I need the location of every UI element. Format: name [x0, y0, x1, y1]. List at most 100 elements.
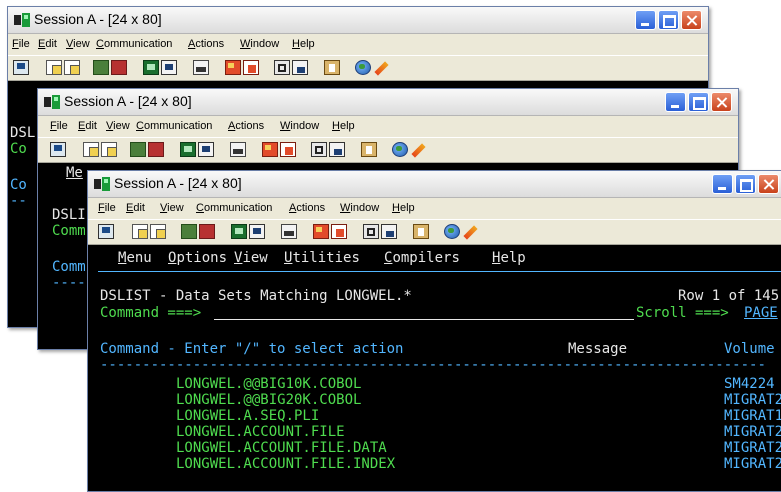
menu-communication[interactable]: Communication: [196, 202, 272, 214]
send-icon[interactable]: [181, 224, 197, 239]
globe-icon[interactable]: [355, 60, 371, 75]
menu-file[interactable]: File: [50, 120, 68, 132]
action-bar-utilities[interactable]: Utilities: [284, 250, 360, 266]
receive-icon[interactable]: [111, 60, 127, 75]
menu-file[interactable]: File: [98, 202, 116, 214]
close-button[interactable]: [681, 10, 702, 30]
pen-icon[interactable]: [373, 60, 389, 75]
paste-icon[interactable]: [150, 224, 166, 239]
menu-edit[interactable]: Edit: [126, 202, 145, 214]
action-bar-view[interactable]: View: [234, 250, 268, 266]
table-row[interactable]: LONGWEL.A.SEQ.PLI MIGRAT1: [88, 408, 781, 424]
menu-view[interactable]: View: [66, 38, 90, 50]
maximize-button[interactable]: [658, 10, 679, 30]
screen-icon[interactable]: [231, 224, 247, 239]
table-row[interactable]: LONGWEL.@@BIG20K.COBOL MIGRAT2: [88, 392, 781, 408]
session-window-front[interactable]: Session A - [24 x 80] File Edit View Com…: [87, 170, 781, 492]
dataset-name[interactable]: LONGWEL.A.SEQ.PLI: [176, 408, 319, 424]
macro-record-icon[interactable]: [225, 60, 241, 75]
terminal-screen[interactable]: Menu Options View Utilities Compilers He…: [88, 245, 781, 491]
macro-play-icon[interactable]: [280, 142, 296, 157]
disk-alt-icon[interactable]: [292, 60, 308, 75]
macro-play-icon[interactable]: [331, 224, 347, 239]
menu-window[interactable]: Window: [280, 120, 319, 132]
menu-communication[interactable]: Communication: [96, 38, 172, 50]
table-row[interactable]: LONGWEL.@@BIG10K.COBOL SM4224: [88, 376, 781, 392]
menu-view[interactable]: View: [160, 202, 184, 214]
copy-icon[interactable]: [83, 142, 99, 157]
clipboard-icon[interactable]: [413, 224, 429, 239]
table-row[interactable]: LONGWEL.ACCOUNT.FILE.INDEX MIGRAT2: [88, 456, 781, 472]
close-button[interactable]: [711, 92, 732, 112]
menu-edit[interactable]: Edit: [78, 120, 97, 132]
monitor-icon[interactable]: [13, 60, 29, 75]
maximize-button[interactable]: [688, 92, 709, 112]
macro-record-icon[interactable]: [313, 224, 329, 239]
disk-alt-icon[interactable]: [329, 142, 345, 157]
menu-help[interactable]: Help: [332, 120, 355, 132]
menu-window[interactable]: Window: [240, 38, 279, 50]
action-bar-help[interactable]: Help: [492, 250, 526, 266]
send-icon[interactable]: [130, 142, 146, 157]
disk-icon[interactable]: [363, 224, 379, 239]
screen-icon[interactable]: [180, 142, 196, 157]
dataset-name[interactable]: LONGWEL.@@BIG20K.COBOL: [176, 392, 361, 408]
globe-icon[interactable]: [444, 224, 460, 239]
menu-file[interactable]: File: [12, 38, 30, 50]
title-bar[interactable]: Session A - [24 x 80]: [8, 7, 708, 34]
monitor-icon[interactable]: [50, 142, 66, 157]
disk-icon[interactable]: [311, 142, 327, 157]
minimize-button[interactable]: [712, 174, 733, 194]
macro-play-icon[interactable]: [243, 60, 259, 75]
globe-icon[interactable]: [392, 142, 408, 157]
menu-window[interactable]: Window: [340, 202, 379, 214]
paste-icon[interactable]: [64, 60, 80, 75]
copy-icon[interactable]: [132, 224, 148, 239]
copy-icon[interactable]: [46, 60, 62, 75]
minimize-button[interactable]: [635, 10, 656, 30]
screen-alt-icon[interactable]: [249, 224, 265, 239]
disk-alt-icon[interactable]: [381, 224, 397, 239]
screen-alt-icon[interactable]: [161, 60, 177, 75]
monitor-icon[interactable]: [98, 224, 114, 239]
disk-icon[interactable]: [274, 60, 290, 75]
table-row[interactable]: LONGWEL.ACCOUNT.FILE MIGRAT2: [88, 424, 781, 440]
print-icon[interactable]: [193, 60, 209, 75]
dataset-name[interactable]: LONGWEL.ACCOUNT.FILE: [176, 424, 345, 440]
menu-help[interactable]: Help: [392, 202, 415, 214]
menu-edit[interactable]: Edit: [38, 38, 57, 50]
minimize-button[interactable]: [665, 92, 686, 112]
dataset-name[interactable]: LONGWEL.ACCOUNT.FILE.DATA: [176, 440, 387, 456]
pen-icon[interactable]: [410, 142, 426, 157]
scroll-amount-field[interactable]: PAGE: [744, 305, 778, 321]
dataset-name[interactable]: LONGWEL.ACCOUNT.FILE.INDEX: [176, 456, 395, 472]
paste-icon[interactable]: [101, 142, 117, 157]
menu-actions[interactable]: Actions: [289, 202, 325, 214]
screen-alt-icon[interactable]: [198, 142, 214, 157]
menu-actions[interactable]: Actions: [228, 120, 264, 132]
screen-icon[interactable]: [143, 60, 159, 75]
action-bar-options[interactable]: Options: [168, 250, 227, 266]
clipboard-icon[interactable]: [361, 142, 377, 157]
menu-actions[interactable]: Actions: [188, 38, 224, 50]
menu-view[interactable]: View: [106, 120, 130, 132]
receive-icon[interactable]: [148, 142, 164, 157]
maximize-button[interactable]: [735, 174, 756, 194]
menu-communication[interactable]: Communication: [136, 120, 212, 132]
close-button[interactable]: [758, 174, 779, 194]
send-icon[interactable]: [93, 60, 109, 75]
action-bar-menu[interactable]: Menu: [118, 250, 152, 266]
action-bar-compilers[interactable]: Compilers: [384, 250, 460, 266]
title-bar[interactable]: Session A - [24 x 80]: [88, 171, 781, 198]
title-bar[interactable]: Session A - [24 x 80]: [38, 89, 738, 116]
table-row[interactable]: LONGWEL.ACCOUNT.FILE.DATA MIGRAT2: [88, 440, 781, 456]
menu-help[interactable]: Help: [292, 38, 315, 50]
print-icon[interactable]: [230, 142, 246, 157]
receive-icon[interactable]: [199, 224, 215, 239]
command-input[interactable]: [214, 319, 634, 320]
macro-record-icon[interactable]: [262, 142, 278, 157]
print-icon[interactable]: [281, 224, 297, 239]
pen-icon[interactable]: [462, 224, 478, 239]
dataset-name[interactable]: LONGWEL.@@BIG10K.COBOL: [176, 376, 361, 392]
clipboard-icon[interactable]: [324, 60, 340, 75]
